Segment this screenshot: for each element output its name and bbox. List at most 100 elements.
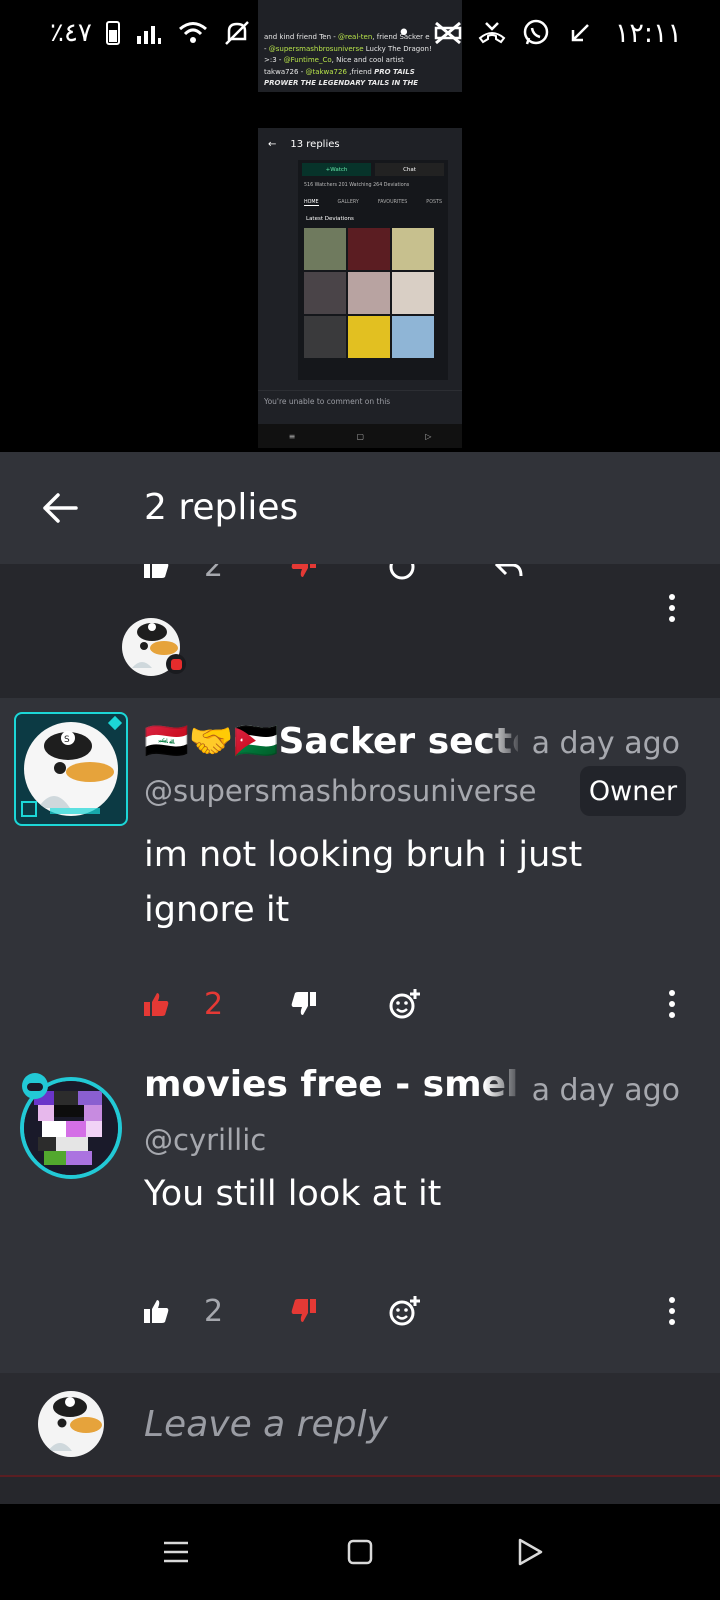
embedded-profile-card: +Watch Chat 516 Watchers 201 Watching 26… (298, 160, 448, 380)
menu-icon (164, 1541, 188, 1563)
embedded-tab-home: HOME (304, 200, 319, 206)
system-back-button[interactable] (506, 1528, 554, 1576)
arrow-left-icon (43, 493, 78, 523)
embedded-tabs: HOME GALLERY FAVOURITES POSTS (298, 192, 448, 212)
embedded-thumbnail (392, 316, 434, 358)
parent-reply-button[interactable] (494, 564, 524, 588)
parent-like-count: 2 (204, 564, 224, 584)
page-title: 2 replies (144, 487, 299, 528)
embedded-back-icon: ← (268, 138, 277, 150)
square-home-icon (347, 1539, 373, 1565)
embedded-thumbnail (348, 228, 390, 270)
battery-percent: ٪٤٧ (50, 18, 92, 48)
like-count: 2 (204, 986, 224, 1022)
embedded-menu-icon: ≡ (288, 431, 296, 441)
embedded-chat-button: Chat (375, 163, 444, 176)
reply-text: im not looking bruh i just ignore it (144, 835, 583, 930)
reply-icon (494, 564, 523, 577)
parent-more-options-button[interactable] (664, 588, 680, 628)
arrow-down-left-icon (565, 18, 595, 48)
embedded-back-triangle-icon: ▷ (425, 431, 432, 441)
embedded-thumbnail (304, 228, 346, 270)
embedded-thumbnail-grid (298, 226, 448, 360)
dot-icon: • (397, 20, 411, 46)
clock: ١٢:١١ (614, 17, 682, 49)
embedded-tab-posts: POSTS (426, 200, 442, 205)
reply-text: You still look at it (144, 1174, 442, 1214)
like-button[interactable] (142, 1289, 170, 1333)
notification-off-icon (222, 18, 252, 48)
thumbs-up-icon (144, 993, 169, 1016)
reply-input[interactable] (144, 1373, 664, 1477)
embedded-screenshot: and kind friend Ten - @real-ten, friend … (258, 0, 462, 448)
rayman-avatar-icon (38, 1391, 104, 1457)
embedded-nav-bar: ≡ ▢ ▷ (258, 424, 462, 448)
owner-badge: Owner (580, 766, 686, 816)
name-fade (484, 1065, 524, 1115)
embedded-footer-text: You're unable to comment on this (258, 390, 462, 420)
name-fade (484, 722, 524, 772)
reply-author-name[interactable]: 🇮🇶🤝🇯🇴Sacker secto (144, 720, 518, 762)
parent-dislike-button[interactable] (290, 564, 318, 588)
controller-badge-icon (22, 1073, 48, 1099)
reply-author-name[interactable]: movies free - smell m (144, 1049, 518, 1103)
dislike-button[interactable] (290, 1289, 318, 1333)
more-options-button[interactable] (664, 984, 680, 1024)
like-count: 2 (204, 1293, 224, 1329)
reply-timestamp: a day ago (531, 726, 680, 761)
dislike-button[interactable] (290, 982, 318, 1026)
top-bar: 2 replies (0, 452, 720, 564)
embedded-screenshot-area: and kind friend Ten - @real-ten, friend … (0, 0, 720, 452)
reply-author-handle[interactable]: @cyrillic (144, 1123, 266, 1157)
embedded-header: ← 13 replies (258, 128, 462, 160)
reply-author-handle[interactable]: @supersmashbrosuniverse (144, 774, 537, 808)
embedded-latest-title: Latest Deviations (306, 216, 354, 222)
thumbs-up-icon (144, 564, 169, 578)
parent-comment-actions: 2 (0, 564, 720, 612)
embedded-thumbnail (392, 228, 434, 270)
home-button[interactable] (336, 1528, 384, 1576)
react-button[interactable] (388, 1289, 422, 1333)
battery-icon (105, 21, 120, 45)
status-bar: ٪٤٧ • ١٢:١١ (0, 0, 720, 66)
reply-item: movies free - smell m a day ago @cyrilli… (0, 1053, 720, 1373)
embedded-thumbnail (348, 272, 390, 314)
wifi-icon (178, 18, 208, 48)
embedded-divider (258, 92, 462, 128)
embedded-thumbnail (304, 272, 346, 314)
embedded-tab-favourites: FAVOURITES (377, 200, 408, 205)
embedded-home-icon: ▢ (356, 431, 365, 441)
system-nav-bar (0, 1504, 720, 1600)
embedded-stats: 516 Watchers 201 Watching 264 Deviations (304, 183, 410, 188)
parent-react-button[interactable] (388, 564, 420, 588)
recent-apps-button[interactable] (152, 1528, 200, 1576)
embedded-header-title: 13 replies (290, 138, 340, 150)
avatar-frame[interactable]: S (14, 712, 128, 826)
embedded-thumbnail (304, 316, 346, 358)
embedded-thumbnail (348, 316, 390, 358)
missed-call-icon (477, 18, 507, 48)
back-button[interactable] (34, 482, 86, 534)
thumbs-up-icon (144, 1300, 169, 1323)
chat-badge-icon (166, 654, 186, 674)
reply-composer (0, 1373, 720, 1477)
embedded-watch-button: +Watch (302, 163, 371, 176)
add-reaction-icon (389, 564, 415, 580)
capcut-icon (433, 18, 463, 48)
reply-item: S 🇮🇶🤝🇯🇴Sacker secto a day ago @supersmas… (0, 698, 720, 1053)
embedded-thumbnail (392, 272, 434, 314)
triangle-back-icon (518, 1538, 543, 1566)
parent-like-button[interactable] (142, 564, 170, 588)
replies-screen: 2 replies 2 S 🇮🇶🤝🇯🇴Sacker secto a day ag… (0, 452, 720, 1504)
embedded-tab-gallery: GALLERY (337, 200, 359, 205)
add-reaction-icon (389, 1296, 420, 1326)
frame-decoration-icon (21, 715, 123, 817)
current-user-avatar (38, 1391, 104, 1457)
signal-icon (134, 18, 164, 48)
thumbs-down-icon (291, 992, 316, 1015)
more-options-button[interactable] (664, 1291, 680, 1331)
like-button[interactable] (142, 982, 170, 1026)
add-reaction-icon (389, 989, 420, 1019)
react-button[interactable] (388, 982, 422, 1026)
thumbs-down-icon (291, 564, 316, 577)
